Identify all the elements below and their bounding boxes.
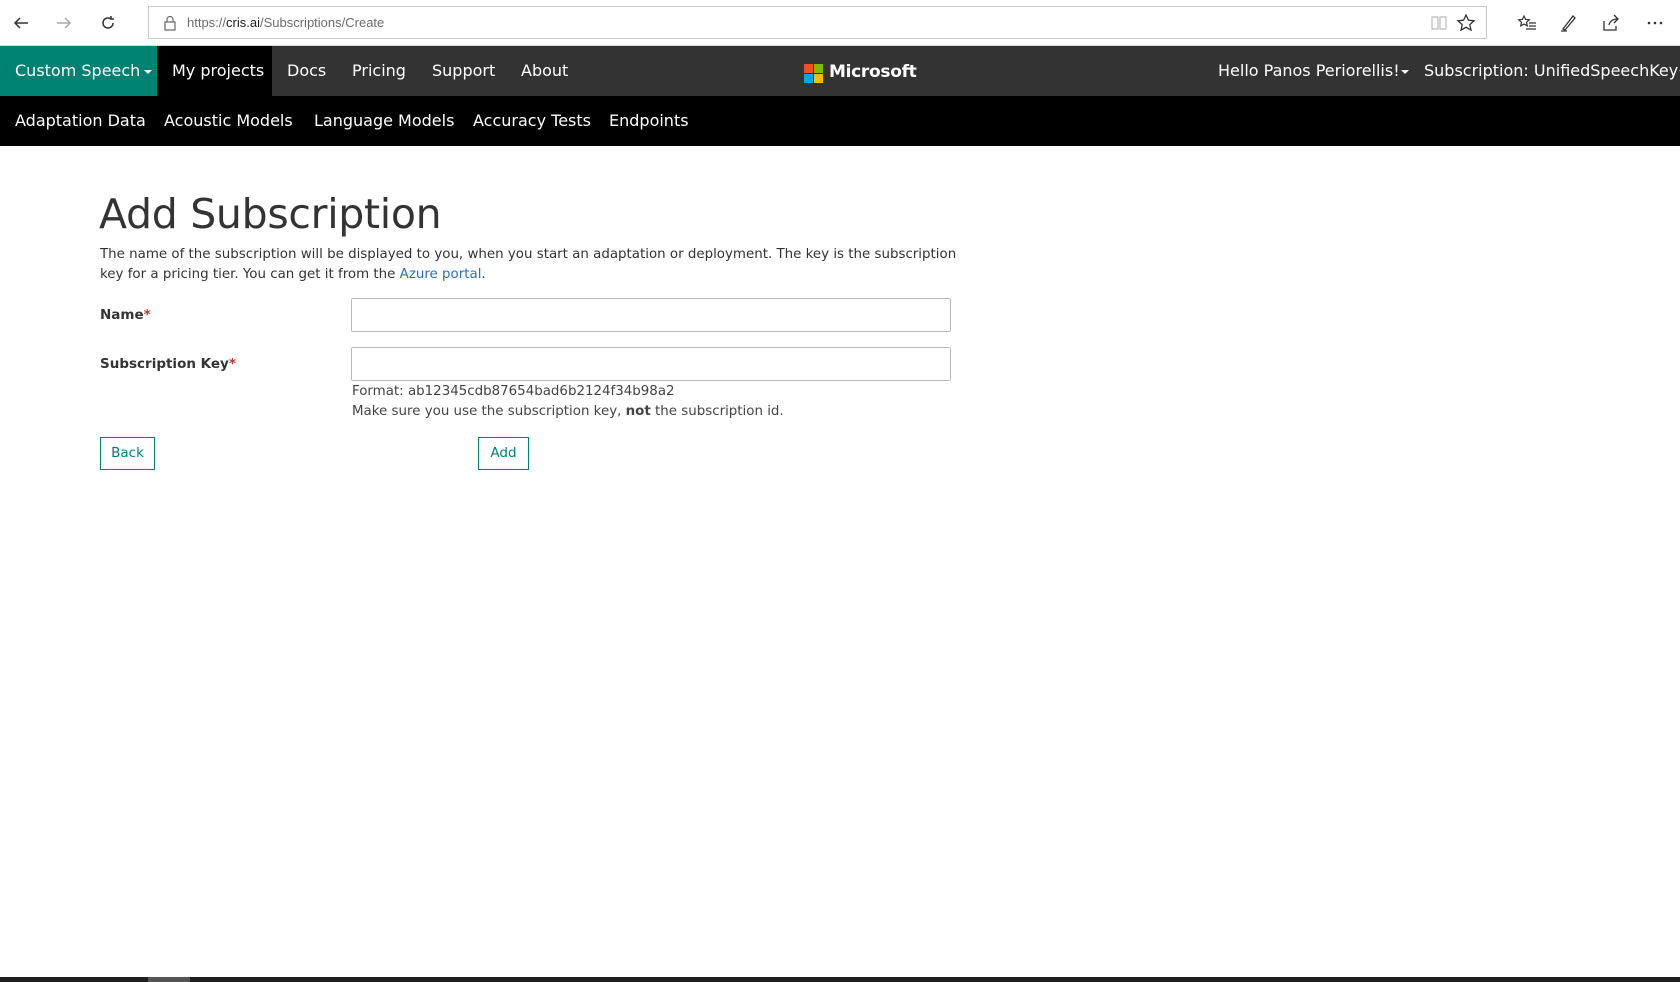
microsoft-logo-icon bbox=[804, 64, 824, 84]
microsoft-logo-text: Microsoft bbox=[829, 62, 917, 82]
reading-view-icon[interactable] bbox=[1430, 14, 1448, 32]
subscription-key-input[interactable] bbox=[351, 347, 951, 381]
brand-dropdown[interactable]: Custom Speech bbox=[0, 46, 157, 96]
brand-label: Custom Speech bbox=[15, 61, 141, 80]
pen-icon[interactable] bbox=[1557, 11, 1581, 35]
page-description: The name of the subscription will be dis… bbox=[100, 247, 957, 282]
subscription-label: Subscription: UnifiedSpeechKey bbox=[1424, 61, 1679, 80]
nav-my-projects[interactable]: My projects bbox=[157, 46, 272, 96]
user-greeting: Hello Panos Periorellis! bbox=[1218, 61, 1400, 80]
forward-arrow-icon[interactable] bbox=[50, 9, 78, 37]
nav-docs[interactable]: Docs bbox=[287, 46, 326, 96]
page-title: Add Subscription bbox=[99, 190, 442, 238]
more-icon[interactable] bbox=[1643, 11, 1667, 35]
nav-about[interactable]: About bbox=[521, 46, 568, 96]
back-arrow-icon[interactable] bbox=[7, 9, 35, 37]
share-icon[interactable] bbox=[1599, 11, 1623, 35]
refresh-icon[interactable] bbox=[94, 9, 122, 37]
add-button[interactable]: Add bbox=[478, 437, 529, 470]
subscription-key-label: Subscription Key* bbox=[100, 356, 236, 372]
taskbar-strip bbox=[0, 977, 1680, 982]
browser-toolbar: https://cris.ai/Subscriptions/Create bbox=[0, 0, 1680, 46]
top-navbar: Custom Speech My projects Docs Pricing S… bbox=[0, 46, 1680, 96]
nav-pricing[interactable]: Pricing bbox=[352, 46, 406, 96]
caret-down-icon bbox=[144, 69, 153, 74]
key-warning-hint: Make sure you use the subscription key, … bbox=[352, 404, 784, 419]
required-mark: * bbox=[143, 307, 151, 323]
url-text: https://cris.ai/Subscriptions/Create bbox=[187, 15, 385, 30]
subnav-acoustic-models[interactable]: Acoustic Models bbox=[164, 96, 293, 146]
back-button[interactable]: Back bbox=[100, 437, 155, 470]
subnav-language-models[interactable]: Language Models bbox=[314, 96, 454, 146]
name-input[interactable] bbox=[351, 298, 951, 332]
nav-support[interactable]: Support bbox=[432, 46, 495, 96]
subnav-endpoints[interactable]: Endpoints bbox=[609, 96, 689, 146]
caret-down-icon bbox=[1400, 69, 1409, 74]
favorite-star-icon[interactable] bbox=[1456, 13, 1476, 33]
name-label: Name* bbox=[100, 307, 151, 323]
sub-navbar: Adaptation Data Acoustic Models Language… bbox=[0, 96, 1680, 146]
subscription-menu[interactable]: Subscription: UnifiedSpeechKey bbox=[1424, 46, 1680, 96]
subnav-accuracy-tests[interactable]: Accuracy Tests bbox=[473, 96, 591, 146]
azure-portal-link[interactable]: Azure portal bbox=[400, 267, 482, 282]
required-mark: * bbox=[228, 356, 236, 372]
format-hint: Format: ab12345cdb87654bad6b2124f34b98a2 bbox=[352, 384, 675, 399]
address-bar[interactable]: https://cris.ai/Subscriptions/Create bbox=[148, 6, 1487, 39]
lock-icon bbox=[164, 15, 176, 31]
favorites-list-icon[interactable] bbox=[1515, 11, 1539, 35]
user-menu[interactable]: Hello Panos Periorellis! bbox=[1218, 46, 1409, 96]
subnav-adaptation-data[interactable]: Adaptation Data bbox=[15, 96, 146, 146]
